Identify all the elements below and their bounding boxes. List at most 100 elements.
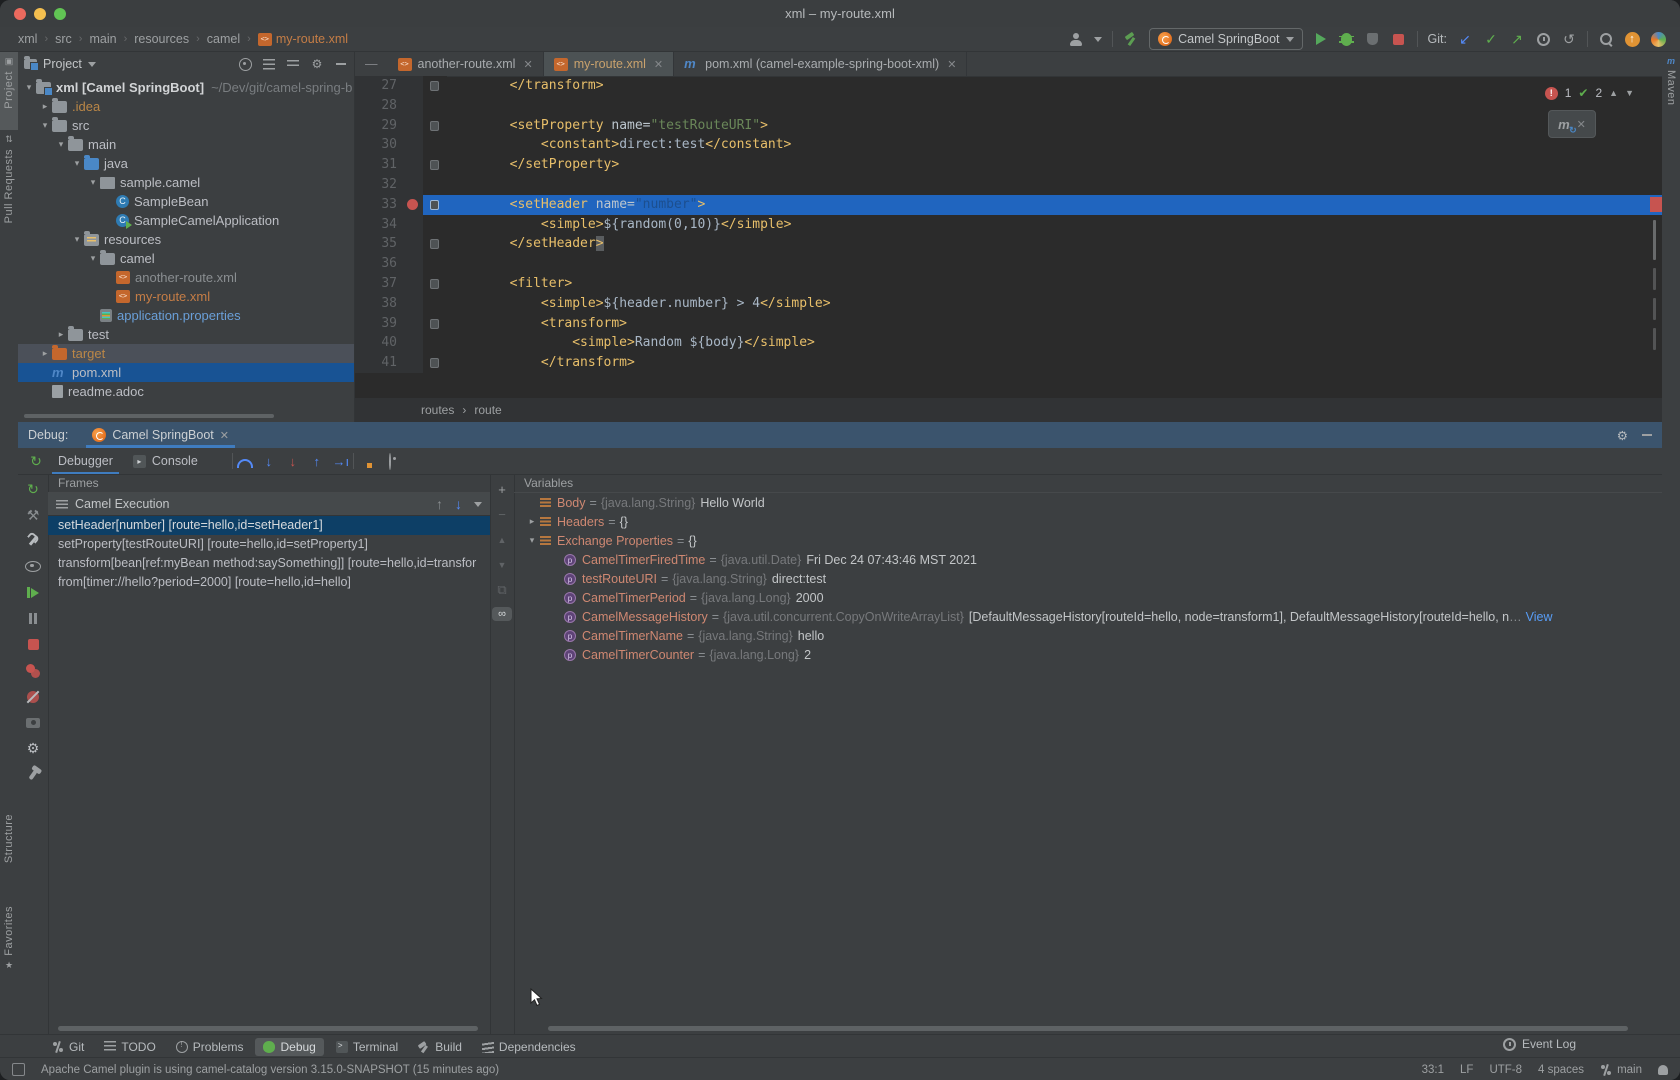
tree-item-samplecamelapplication[interactable]: SampleCamelApplication: [18, 211, 354, 230]
chevron-down-icon[interactable]: [1094, 37, 1102, 42]
file-encoding[interactable]: UTF-8: [1489, 1064, 1522, 1076]
chevron-icon[interactable]: ▸: [524, 516, 540, 527]
sidebar-tab-structure[interactable]: Structure: [0, 810, 18, 898]
ide-update-icon[interactable]: ↑: [1624, 31, 1640, 47]
tab-overflow-icon[interactable]: —: [355, 52, 388, 76]
build-hammer-icon[interactable]: [1123, 31, 1139, 47]
code-line-41[interactable]: 41 </transform>: [355, 353, 1662, 373]
mute-breakpoints-icon[interactable]: [25, 688, 42, 705]
frame-row[interactable]: setProperty[testRouteURI] [route=hello,i…: [48, 535, 490, 554]
scrollbar-thumb[interactable]: [1653, 220, 1656, 260]
close-icon[interactable]: ✕: [1577, 118, 1586, 131]
pause-icon[interactable]: [25, 610, 42, 627]
tree-item-xml-camel-springboot[interactable]: ▾xml [Camel SpringBoot]~/Dev/git/camel-s…: [18, 78, 354, 97]
tree-item-my-route-xml[interactable]: my-route.xml: [18, 287, 354, 306]
frame-row[interactable]: setHeader[number] [route=hello,id=setHea…: [48, 516, 490, 535]
next-frame-icon[interactable]: ↓: [455, 497, 462, 511]
tree-item-pom-xml[interactable]: pom.xml: [18, 363, 354, 382]
line-separator[interactable]: LF: [1460, 1064, 1473, 1076]
breadcrumb-item-camel[interactable]: camel: [207, 32, 240, 46]
gear-icon[interactable]: ⚙: [1617, 428, 1628, 443]
gear-icon[interactable]: ⚙: [310, 57, 324, 71]
tool-window-switcher-icon[interactable]: [12, 1063, 25, 1076]
plugin-globe-icon[interactable]: [1650, 31, 1666, 47]
add-watch-icon[interactable]: +: [498, 482, 506, 497]
editor-tab-another-route-xml[interactable]: another-route.xml✕: [388, 52, 544, 76]
code-line-37[interactable]: 37 <filter>: [355, 274, 1662, 294]
maven-reload-icon[interactable]: m: [1558, 117, 1570, 132]
breadcrumb-item-main[interactable]: main: [89, 32, 116, 46]
frame-row[interactable]: from[timer://hello?period=2000] [route=h…: [48, 573, 490, 592]
view-breakpoints-icon[interactable]: [25, 662, 42, 679]
git-update-icon[interactable]: ↙: [1457, 31, 1473, 47]
editor-tab-my-route-xml[interactable]: my-route.xml✕: [544, 52, 674, 76]
view-breakpoints-icon[interactable]: [378, 454, 402, 469]
force-step-into-icon[interactable]: ↓: [281, 454, 305, 469]
resume-icon[interactable]: [25, 584, 42, 601]
breadcrumb-item-src[interactable]: src: [55, 32, 72, 46]
tree-item-target[interactable]: ▸target: [18, 344, 354, 363]
notification-bell-icon[interactable]: [1658, 1065, 1668, 1075]
run-button[interactable]: [1313, 31, 1329, 47]
code-line-39[interactable]: 39 <transform>: [355, 314, 1662, 334]
tree-item-resources[interactable]: ▾resources: [18, 230, 354, 249]
locate-file-icon[interactable]: [238, 57, 252, 71]
chevron-icon[interactable]: ▾: [524, 535, 540, 546]
close-icon[interactable]: ✕: [523, 58, 532, 71]
toolwindow-button-git[interactable]: Git: [44, 1038, 92, 1056]
breadcrumb-item-xml[interactable]: xml: [18, 32, 37, 46]
code-line-36[interactable]: 36: [355, 254, 1662, 274]
tree-item-samplebean[interactable]: SampleBean: [18, 192, 354, 211]
maven-reload-popup[interactable]: m ✕: [1548, 110, 1596, 138]
tab-debugger[interactable]: Debugger: [48, 448, 123, 474]
sidebar-tab-maven[interactable]: m Maven: [1662, 52, 1680, 130]
next-problem-icon[interactable]: ▼: [1625, 88, 1634, 98]
breakpoint-icon[interactable]: [403, 195, 423, 215]
inspections-widget[interactable]: ! 1 ✔ 2 ▲ ▼: [1545, 86, 1634, 100]
watch-eye-icon[interactable]: [25, 558, 42, 575]
tree-item-readme-adoc[interactable]: readme.adoc: [18, 382, 354, 401]
tab-console[interactable]: ▸Console: [123, 448, 208, 474]
prev-problem-icon[interactable]: ▲: [1609, 88, 1618, 98]
close-window-button[interactable]: [14, 8, 26, 20]
code-line-34[interactable]: 34 <simple>${random(0,10)}</simple>: [355, 215, 1662, 235]
indent-setting[interactable]: 4 spaces: [1538, 1064, 1584, 1076]
step-out-icon[interactable]: ↑: [305, 454, 329, 469]
sidebar-tab-pull-requests[interactable]: ⇅ Pull Requests: [0, 130, 18, 248]
prev-frame-icon[interactable]: ↑: [436, 497, 443, 511]
tree-item-java[interactable]: ▾java: [18, 154, 354, 173]
minimize-window-button[interactable]: [34, 8, 46, 20]
run-configuration-select[interactable]: Camel SpringBoot: [1149, 28, 1302, 50]
show-watches-icon[interactable]: ∞: [492, 607, 512, 621]
view-link[interactable]: View: [1526, 610, 1553, 624]
tree-item-idea[interactable]: ▸.idea: [18, 97, 354, 116]
code-line-40[interactable]: 40 <simple>Random ${body}</simple>: [355, 333, 1662, 353]
pin-icon[interactable]: [25, 766, 42, 783]
attach-icon[interactable]: ⚒: [25, 506, 42, 523]
rerun-session-icon[interactable]: ↻: [25, 480, 42, 497]
close-icon[interactable]: ✕: [947, 58, 956, 71]
close-icon[interactable]: ✕: [220, 429, 229, 442]
tree-item-src[interactable]: ▾src: [18, 116, 354, 135]
chevron-down-icon[interactable]: [88, 62, 96, 67]
tree-item-main[interactable]: ▾main: [18, 135, 354, 154]
tree-item-camel[interactable]: ▾camel: [18, 249, 354, 268]
tree-item-test[interactable]: ▸test: [18, 325, 354, 344]
code-line-28[interactable]: 28: [355, 96, 1662, 116]
variable-row-body[interactable]: Body={java.lang.String}Hello World: [514, 493, 1662, 512]
variable-row-headers[interactable]: ▸Headers={}: [514, 512, 1662, 531]
horizontal-scrollbar[interactable]: [24, 414, 274, 418]
user-profile-icon[interactable]: [1068, 31, 1084, 47]
search-icon[interactable]: [1598, 31, 1614, 47]
close-icon[interactable]: ✕: [654, 58, 663, 71]
breadcrumb-file[interactable]: my-route.xml: [258, 32, 348, 46]
step-into-icon[interactable]: ↓: [257, 454, 281, 469]
thread-dump-camera-icon[interactable]: [25, 714, 42, 731]
move-up-icon[interactable]: ▲: [498, 532, 507, 547]
variable-row-cameltimerperiod[interactable]: pCamelTimerPeriod={java.lang.Long}2000: [514, 588, 1662, 607]
variable-row-cameltimername[interactable]: pCamelTimerName={java.lang.String}hello: [514, 626, 1662, 645]
git-branch-widget[interactable]: main: [1600, 1064, 1642, 1076]
stop-icon[interactable]: [25, 636, 42, 653]
git-commit-check-icon[interactable]: ✓: [1483, 31, 1499, 47]
remove-watch-icon[interactable]: −: [498, 507, 506, 522]
